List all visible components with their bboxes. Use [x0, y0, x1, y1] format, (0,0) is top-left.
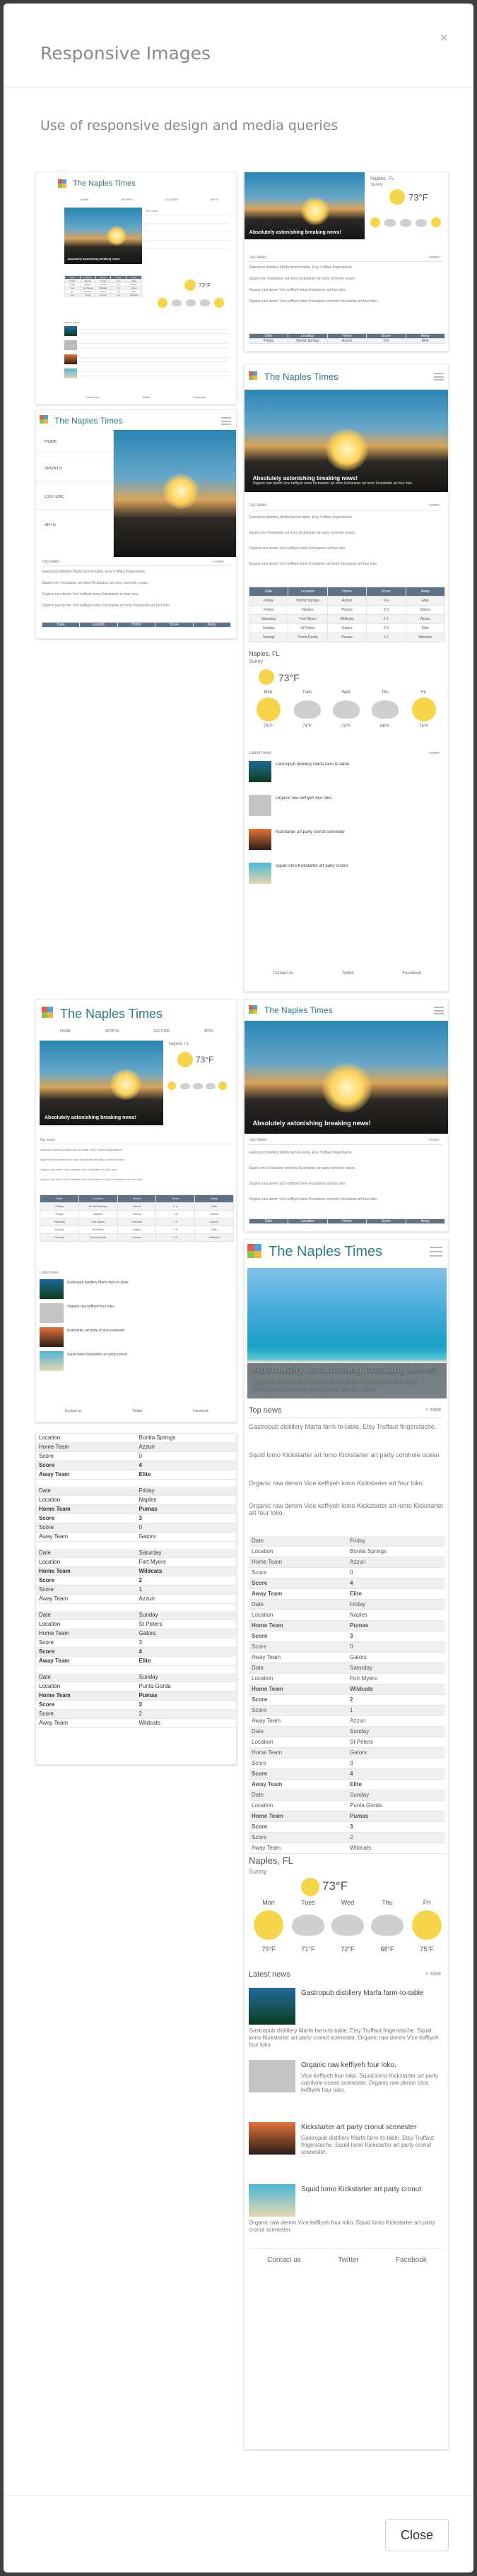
- nav-item[interactable]: CULTURE: [165, 198, 178, 201]
- tablet-portrait-mockup: The Naples Times Absolutely astonishing …: [244, 364, 449, 992]
- tablet-landscape-mockup: The Naples Times Absolutely astonishing …: [244, 999, 449, 1232]
- hamburger-icon[interactable]: [434, 373, 444, 381]
- hamburger-icon[interactable]: [430, 1247, 442, 1257]
- site-footer: Contact us Twitter Facebook: [86, 395, 206, 399]
- latest-heading: Latest news: [64, 320, 80, 324]
- responsive-images-modal: Responsive Images × Use of responsive de…: [4, 4, 473, 2572]
- hero-image: Absolutely astonishing breaking news!: [245, 1021, 448, 1134]
- close-button[interactable]: Close: [385, 2519, 449, 2551]
- mobile-nav-menu: HOME SPORTS CULTURE ARTS: [36, 430, 114, 557]
- top-news-heading: Top news: [146, 209, 158, 212]
- close-icon[interactable]: ×: [435, 31, 452, 48]
- news-thumb-sunset: [249, 2122, 295, 2155]
- logo-icon: [58, 179, 71, 191]
- desktop-mockup-2: The Naples Times HOME SPORTS CULTURE ARTS A…: [35, 999, 237, 1422]
- hero-image: Absolutely astonishing breaking news!: [64, 208, 142, 264]
- logo-icon: [247, 1244, 263, 1259]
- nav-item[interactable]: HOME: [81, 198, 89, 201]
- schedule-table: Date Location Home Score Away: [41, 622, 232, 628]
- mobile-portrait-mockup: The Naples Times Absolutely astonishing …: [244, 1239, 449, 2450]
- modal-subtitle: Use of responsive design and media queri…: [40, 118, 338, 133]
- site-footer: Contact us Twitter Facebook: [267, 2256, 427, 2264]
- desktop-mockup: The Naples Times HOME SPORTS CULTURE ARTS A…: [35, 172, 237, 405]
- tablet-mockup: Absolutely astonishing breaking news! Na…: [244, 172, 449, 352]
- modal-footer: Close: [4, 2496, 473, 2572]
- schedule-table: Date Location Home Score Away Friday Bonita Az…: [64, 275, 142, 297]
- weather-widget: 73°F: [156, 278, 227, 320]
- nav-item[interactable]: ARTS: [211, 198, 218, 201]
- schedule-table: Date Location Home Score Away: [248, 1218, 446, 1224]
- modal-header: Responsive Images ×: [4, 4, 473, 88]
- schedule-table: Date Location Home Score Away Friday Bonita S…: [248, 587, 446, 642]
- hero-title: Absolutely astonishing breaking news!: [67, 257, 120, 261]
- hero-image: Absolutely astonishing breaking news!: [245, 172, 365, 239]
- news-thumb-beach: [249, 2184, 295, 2217]
- hero-image: [114, 430, 236, 557]
- news-thumb-cloud: [249, 2060, 295, 2092]
- stacked-schedule: Date Friday Location Bonita Springs Home T…: [249, 1536, 445, 1854]
- site-footer: Contact us Twitter Facebook: [273, 971, 421, 976]
- hero-caption-strip: [247, 1363, 447, 1398]
- schedule-table: Date Location Home Score Away Friday Bonita S…: [40, 1194, 234, 1242]
- nav-item[interactable]: SPORTS: [121, 198, 132, 201]
- hero-image: Absolutely astonishing breaking news!Org…: [245, 390, 448, 492]
- hamburger-icon[interactable]: [434, 1007, 444, 1014]
- logo-icon: [42, 1007, 56, 1018]
- mobile-nav-mockup: The Naples Times HOME SPORTS CULTURE ART…: [35, 409, 237, 639]
- news-thumb-palm: [249, 1988, 295, 2025]
- site-brand: The Naples Times: [73, 179, 136, 188]
- logo-icon: [249, 1005, 261, 1017]
- site-nav: HOME SPORTS CULTURE ARTS: [64, 198, 234, 201]
- stacked-table-mockup: Location Bonita Springs Home Team Azzuri S…: [35, 1433, 237, 1765]
- hero-image: Absolutely astonishing breaking news!: [40, 1041, 163, 1125]
- schedule-table: Date Location Home Score Away Friday Bonita S…: [248, 333, 446, 344]
- hero-title: Absolutely astonishing breaking news!: [249, 230, 341, 236]
- logo-icon: [249, 371, 261, 383]
- site-footer: Contact us Twitter Facebook: [64, 1409, 209, 1413]
- hamburger-icon[interactable]: [221, 417, 231, 425]
- logo-icon: [40, 415, 52, 426]
- modal-title: Responsive Images: [40, 43, 211, 64]
